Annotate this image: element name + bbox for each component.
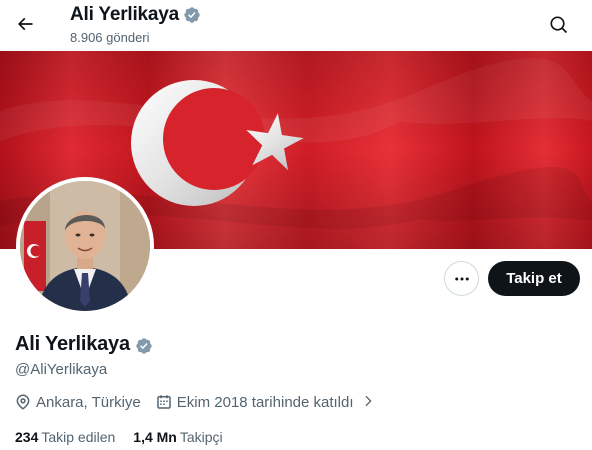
chevron-right-icon xyxy=(360,393,378,411)
avatar-photo xyxy=(20,181,150,311)
following-label: Takip edilen xyxy=(41,429,116,445)
header-name: Ali Yerlikaya xyxy=(70,4,180,25)
following-count: 234 xyxy=(15,429,39,445)
verified-badge-icon[interactable] xyxy=(135,336,153,354)
post-count: 8.906 gönderi xyxy=(70,30,150,45)
followers-label: Takipçi xyxy=(179,429,223,445)
following-link[interactable]: 234 Takip edilen xyxy=(15,429,115,445)
location-pin-icon xyxy=(14,393,32,411)
follow-button[interactable]: Takip et xyxy=(488,261,580,296)
top-bar: Ali Yerlikaya 8.906 gönderi xyxy=(0,0,592,50)
profile-stats: 234 Takip edilen 1,4 Mn Takipçi xyxy=(15,429,241,445)
search-button[interactable] xyxy=(542,8,576,42)
header-titles: Ali Yerlikaya 8.906 gönderi xyxy=(70,3,201,45)
profile-handle: @AliYerlikaya xyxy=(15,361,108,378)
profile-name-row: Ali Yerlikaya xyxy=(15,333,153,356)
search-icon xyxy=(549,15,569,35)
location-text: Ankara, Türkiye xyxy=(36,393,141,411)
more-dots-icon xyxy=(453,270,471,288)
location-item: Ankara, Türkiye xyxy=(14,393,141,411)
verified-badge-icon[interactable] xyxy=(183,6,201,24)
joined-item[interactable]: Ekim 2018 tarihinde katıldı xyxy=(155,393,378,411)
arrow-left-icon xyxy=(15,14,35,34)
profile-meta: Ankara, Türkiye Ekim 2018 tarihinde katı… xyxy=(14,393,378,411)
avatar[interactable] xyxy=(16,177,154,315)
joined-text: Ekim 2018 tarihinde katıldı xyxy=(176,393,354,411)
header-name-row: Ali Yerlikaya xyxy=(70,3,201,27)
profile-name: Ali Yerlikaya xyxy=(15,333,130,355)
calendar-icon xyxy=(155,393,173,411)
more-options-button[interactable] xyxy=(444,261,479,296)
followers-link[interactable]: 1,4 Mn Takipçi xyxy=(133,429,222,445)
back-button[interactable] xyxy=(8,7,42,41)
followers-count: 1,4 Mn xyxy=(133,429,177,445)
